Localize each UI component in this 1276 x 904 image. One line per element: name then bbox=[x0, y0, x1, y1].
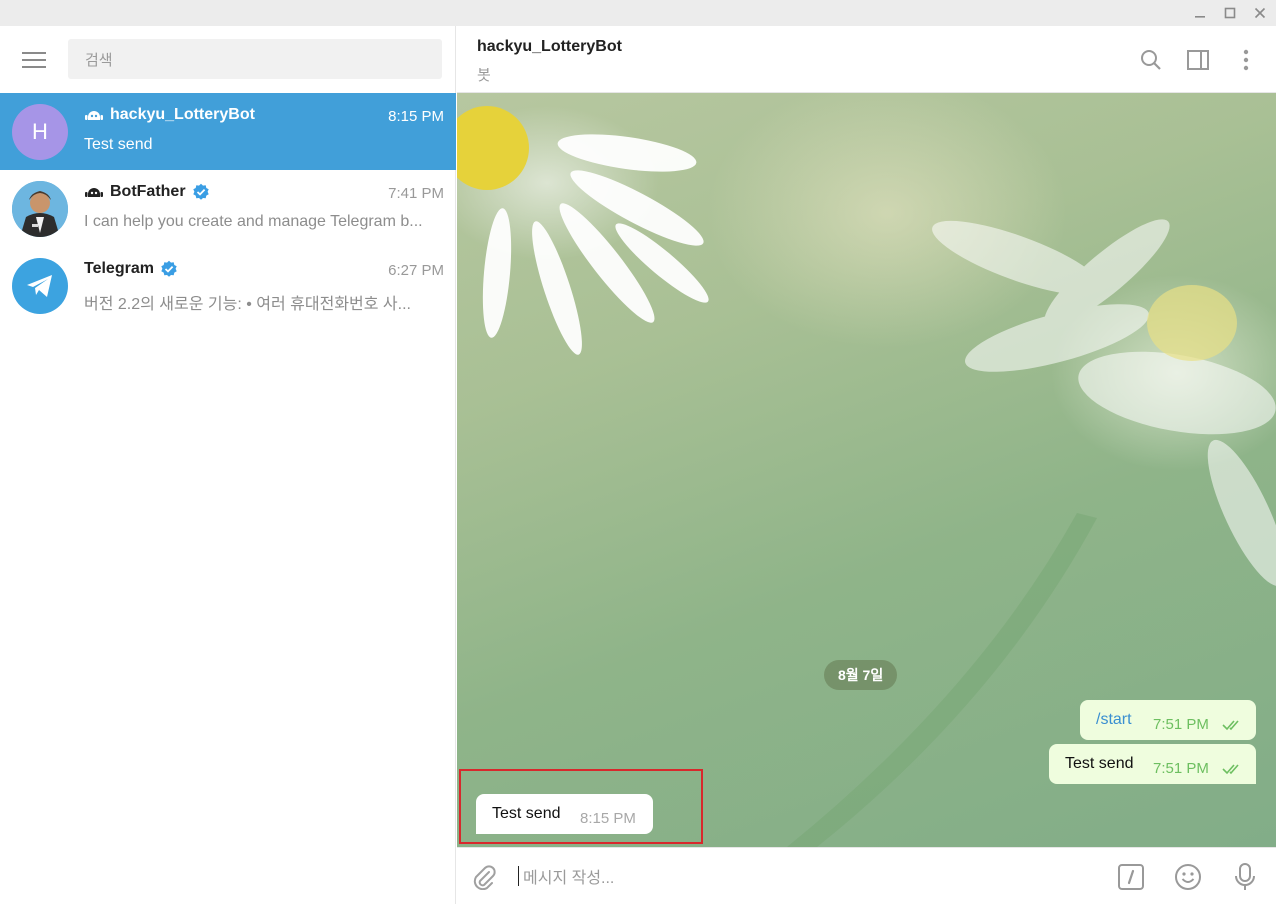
message-composer: 메시지 작성... bbox=[457, 847, 1276, 904]
chat-time: 8:15 PM bbox=[388, 108, 444, 125]
chat-name: BotFather bbox=[110, 183, 186, 200]
verified-badge-icon bbox=[160, 260, 178, 278]
chat-item-botfather[interactable]: BotFather 7:41 PM I can help you create … bbox=[0, 170, 456, 247]
chat-preview: I can help you create and manage Telegra… bbox=[84, 213, 423, 230]
attach-icon[interactable] bbox=[469, 862, 499, 892]
search-input[interactable]: 검색 bbox=[68, 39, 442, 79]
menu-icon[interactable] bbox=[14, 46, 54, 74]
sidebar-toggle-icon[interactable] bbox=[1184, 46, 1212, 74]
chat-item-hackyu-lotterybot[interactable]: H hackyu_LotteryBot 8:15 PM Test send bbox=[0, 93, 456, 170]
bot-icon bbox=[84, 184, 104, 200]
telegram-window: 검색 H hackyu_LotteryBot 8:15 PM Test send bbox=[0, 0, 1276, 904]
chat-header-title[interactable]: hackyu_LotteryBot bbox=[477, 38, 622, 56]
annotation-highlight-box bbox=[459, 769, 703, 844]
message-input-placeholder: 메시지 작성... bbox=[523, 870, 615, 887]
botfather-avatar-icon bbox=[12, 181, 68, 237]
telegram-logo-icon bbox=[27, 275, 52, 297]
message-time: 7:51 PM bbox=[1153, 716, 1209, 733]
chat-preview: Test send bbox=[84, 136, 153, 153]
message-input[interactable]: 메시지 작성... bbox=[518, 864, 1098, 888]
avatar bbox=[12, 258, 68, 314]
close-icon[interactable] bbox=[1247, 0, 1273, 26]
bot-commands-icon[interactable] bbox=[1116, 862, 1146, 892]
microphone-icon[interactable] bbox=[1230, 862, 1260, 892]
chat-preview: 버전 2.2의 새로운 기능: • 여러 휴대전화번호 사... bbox=[84, 296, 411, 313]
double-check-icon bbox=[1222, 762, 1244, 780]
chat-time: 7:41 PM bbox=[388, 185, 444, 202]
bot-icon bbox=[84, 107, 104, 123]
double-check-icon bbox=[1222, 718, 1244, 736]
emoji-icon[interactable] bbox=[1173, 862, 1203, 892]
chat-time: 6:27 PM bbox=[388, 262, 444, 279]
avatar: H bbox=[12, 104, 68, 160]
chat-item-telegram[interactable]: Telegram 6:27 PM 버전 2.2의 새로운 기능: • 여러 휴대… bbox=[0, 247, 456, 324]
date-separator: 8월 7일 bbox=[824, 660, 898, 690]
chat-name: Telegram bbox=[84, 260, 154, 277]
chat-list: H hackyu_LotteryBot 8:15 PM Test send Bo… bbox=[0, 93, 456, 324]
chat-header-subtitle: 봇 bbox=[477, 67, 491, 84]
chat-name: hackyu_LotteryBot bbox=[110, 106, 255, 123]
sidebar: 검색 H hackyu_LotteryBot 8:15 PM Test send bbox=[0, 26, 456, 904]
message-bubble-outgoing[interactable]: /start 7:51 PM bbox=[1080, 700, 1256, 740]
maximize-icon[interactable] bbox=[1217, 0, 1243, 26]
message-text: Test send bbox=[1065, 755, 1134, 772]
chat-pane: hackyu_LotteryBot 봇 8월 7일 /start 7:51 PM… bbox=[457, 26, 1276, 904]
avatar bbox=[12, 181, 68, 237]
minimize-icon[interactable] bbox=[1187, 0, 1213, 26]
text-caret bbox=[518, 866, 519, 886]
chat-header: hackyu_LotteryBot 봇 bbox=[457, 26, 1276, 93]
search-icon[interactable] bbox=[1137, 46, 1165, 74]
search-placeholder: 검색 bbox=[85, 51, 113, 69]
message-area[interactable]: 8월 7일 /start 7:51 PM Test send 7:51 PM T… bbox=[457, 93, 1276, 847]
message-bubble-outgoing[interactable]: Test send 7:51 PM bbox=[1049, 744, 1256, 784]
title-bar bbox=[0, 0, 1276, 26]
more-options-icon[interactable] bbox=[1232, 46, 1260, 74]
verified-badge-icon bbox=[192, 183, 210, 201]
bot-command-link[interactable]: /start bbox=[1096, 711, 1132, 729]
message-time: 7:51 PM bbox=[1153, 760, 1209, 777]
